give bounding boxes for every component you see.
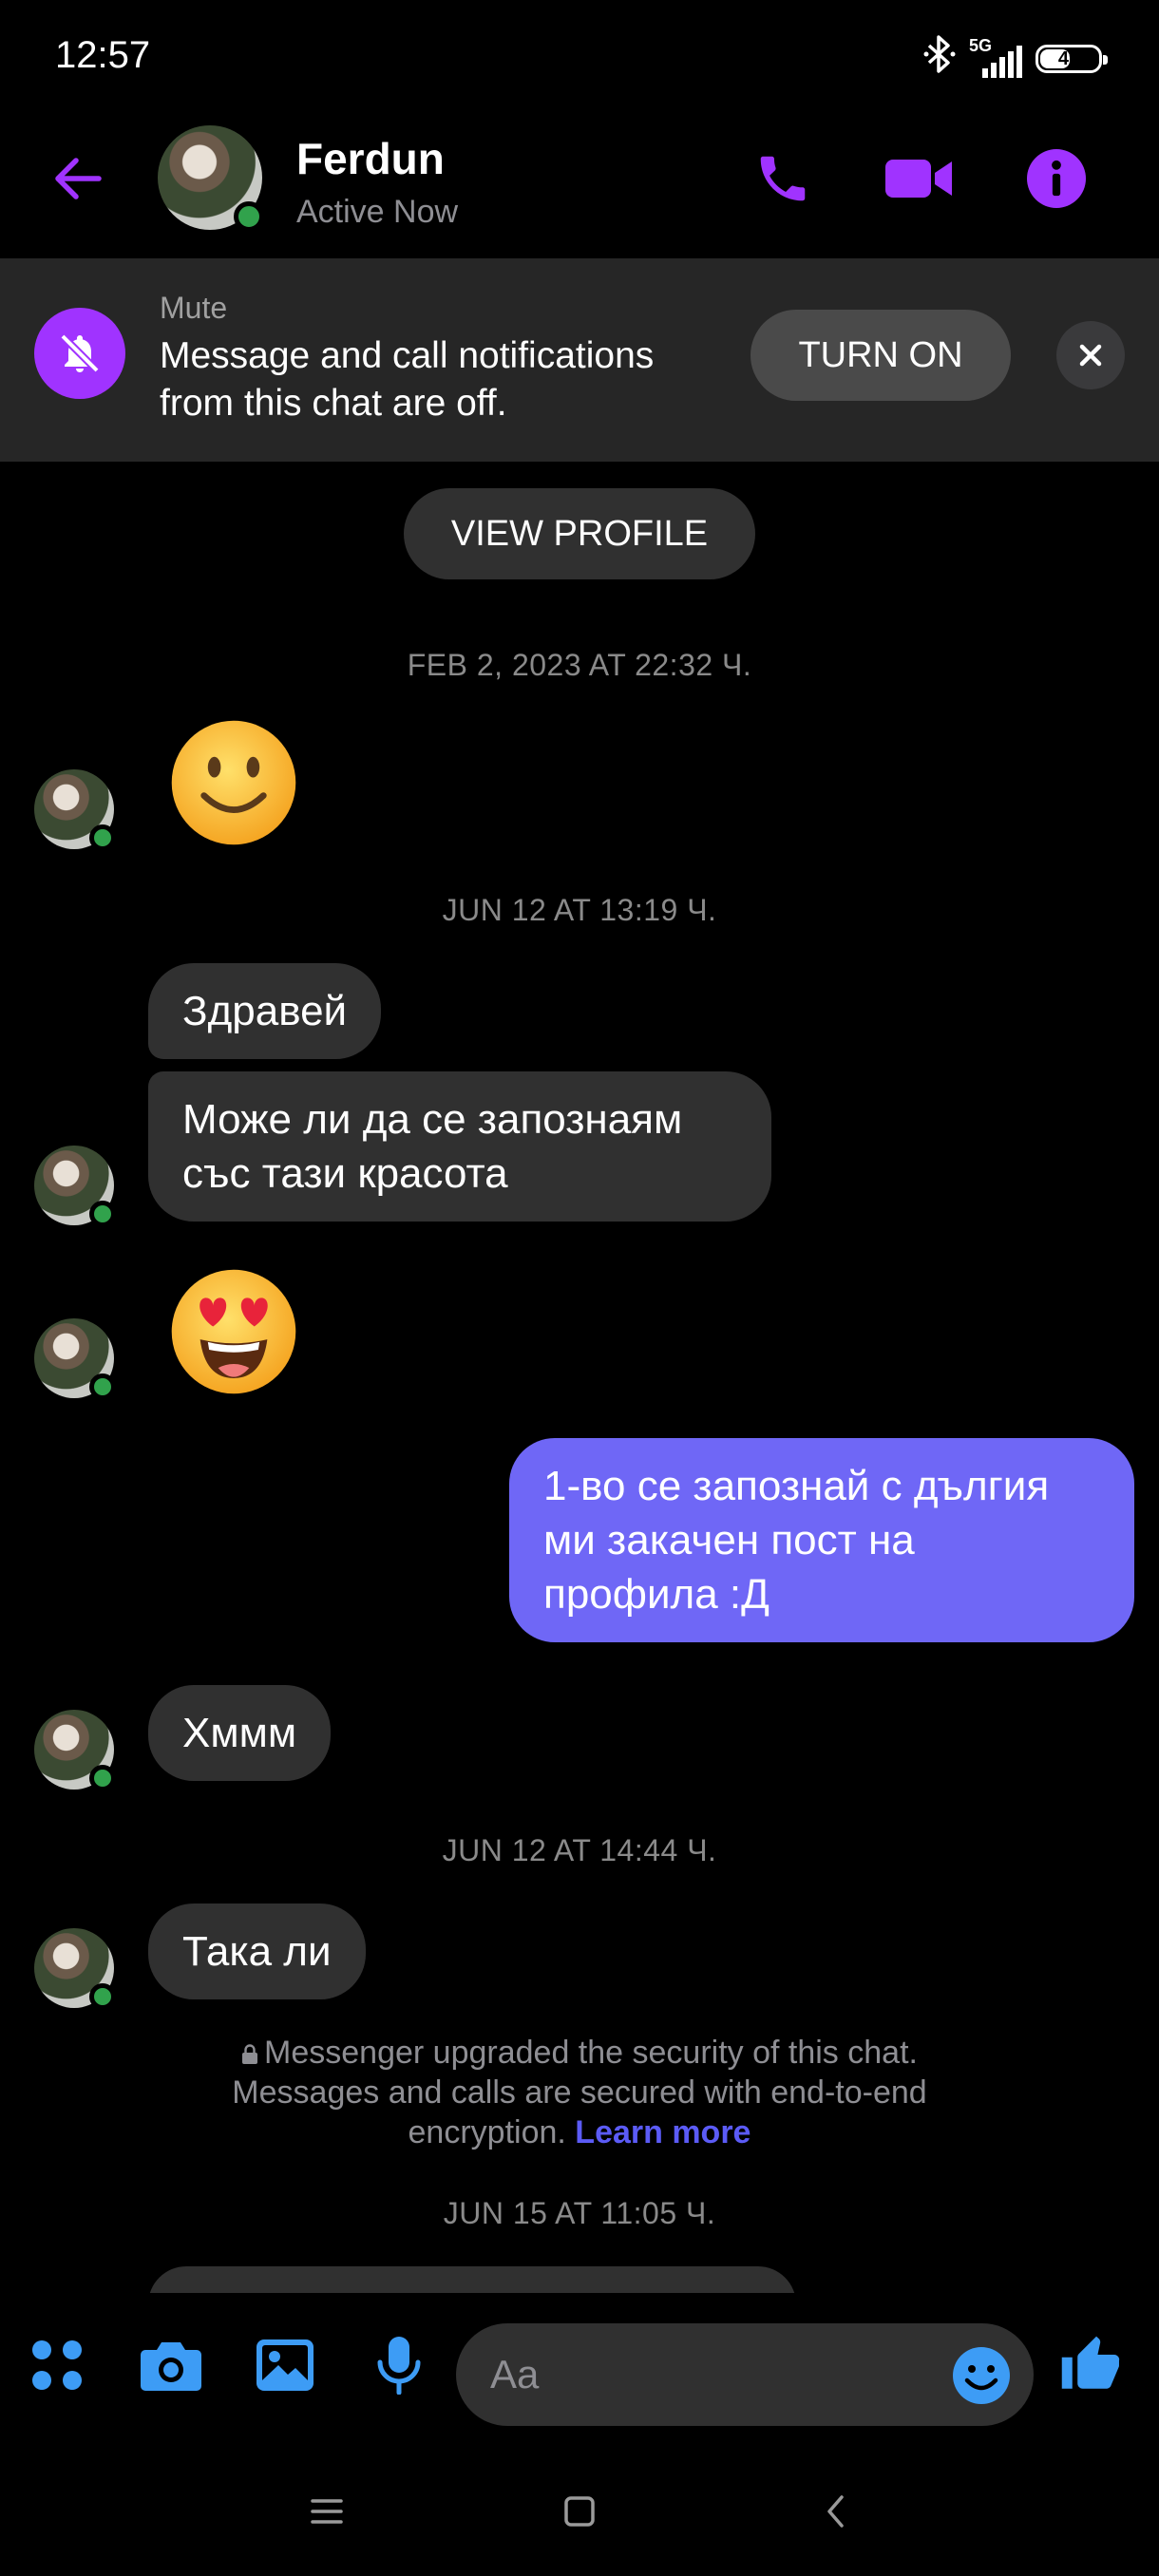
mute-description: Message and call notifications from this…	[160, 335, 655, 424]
mute-banner: Mute Message and call notifications from…	[0, 258, 1159, 462]
system-navigation-bar	[0, 2445, 1159, 2576]
view-profile-button[interactable]: VIEW PROFILE	[404, 488, 755, 579]
close-icon[interactable]	[1056, 321, 1125, 389]
message-bubble[interactable]	[148, 2266, 796, 2293]
turn-on-button[interactable]: TURN ON	[750, 310, 1011, 401]
heart-eyes-face-icon[interactable]	[169, 1267, 298, 1396]
message-input[interactable]	[456, 2323, 1034, 2426]
status-bar: 12:57 5G 49	[0, 0, 1159, 114]
menu-icon[interactable]	[298, 2483, 355, 2540]
timestamp: JUN 12 AT 13:19 Ч.	[442, 893, 717, 927]
online-indicator	[89, 1201, 116, 1227]
microphone-icon[interactable]	[363, 2329, 435, 2401]
chat-header: Ferdun Active Now	[0, 114, 1159, 256]
message-bubble[interactable]: Така ли	[148, 1904, 366, 1999]
info-icon[interactable]	[1020, 142, 1092, 215]
message-list[interactable]: VIEW PROFILE FEB 2, 2023 AT 22:32 Ч. JUN…	[0, 462, 1159, 2293]
timestamp: JUN 12 AT 14:44 Ч.	[442, 1833, 717, 1867]
battery-icon: 49	[1036, 45, 1108, 73]
apps-grid-icon[interactable]	[21, 2329, 93, 2401]
gallery-icon[interactable]	[249, 2329, 321, 2401]
thumbs-up-icon[interactable]	[1054, 2329, 1127, 2401]
bluetooth-icon	[923, 34, 956, 84]
sender-avatar[interactable]	[34, 769, 116, 851]
emoji-icon[interactable]	[952, 2346, 1011, 2405]
contact-status: Active Now	[296, 194, 459, 230]
encryption-notice: Messenger upgraded the security of this …	[171, 2033, 988, 2152]
contact-name[interactable]: Ferdun	[296, 133, 445, 184]
online-indicator	[89, 824, 116, 851]
learn-more-link[interactable]: Learn more	[575, 2114, 750, 2150]
lock-icon	[242, 2044, 258, 2064]
sender-avatar[interactable]	[34, 1710, 116, 1791]
video-camera-icon[interactable]	[884, 142, 956, 215]
sent-message-bubble[interactable]: 1-во се запознай с дългия ми закачен пос…	[509, 1438, 1134, 1642]
online-indicator	[89, 1983, 116, 2010]
online-indicator	[89, 1373, 116, 1400]
mute-title: Mute	[160, 291, 228, 325]
contact-avatar[interactable]	[158, 125, 264, 232]
timestamp: FEB 2, 2023 AT 22:32 Ч.	[407, 648, 752, 682]
message-bubble[interactable]: Здравей	[148, 963, 382, 1059]
status-icons: 5G 49	[923, 34, 1108, 84]
sender-avatar[interactable]	[34, 1146, 116, 1227]
message-bubble[interactable]: Може ли да се запознаям със тази красота	[148, 1071, 771, 1222]
message-composer	[0, 2293, 1159, 2445]
online-indicator	[234, 201, 264, 232]
phone-icon[interactable]	[747, 142, 819, 215]
back-icon[interactable]	[808, 2483, 864, 2540]
sender-avatar[interactable]	[34, 1928, 116, 2010]
camera-icon[interactable]	[135, 2329, 207, 2401]
signal-icon: 5G	[969, 36, 1022, 78]
home-icon[interactable]	[551, 2483, 608, 2540]
muted-bell-icon	[34, 308, 125, 399]
back-arrow-icon[interactable]	[49, 150, 106, 207]
slightly-smiling-face-icon[interactable]	[169, 718, 298, 847]
battery-level: 49	[1057, 47, 1080, 69]
sender-avatar[interactable]	[34, 1318, 116, 1400]
online-indicator	[89, 1765, 116, 1791]
status-time: 12:57	[55, 34, 151, 76]
message-bubble[interactable]: Хммм	[148, 1685, 332, 1781]
timestamp: JUN 15 AT 11:05 Ч.	[443, 2196, 716, 2230]
